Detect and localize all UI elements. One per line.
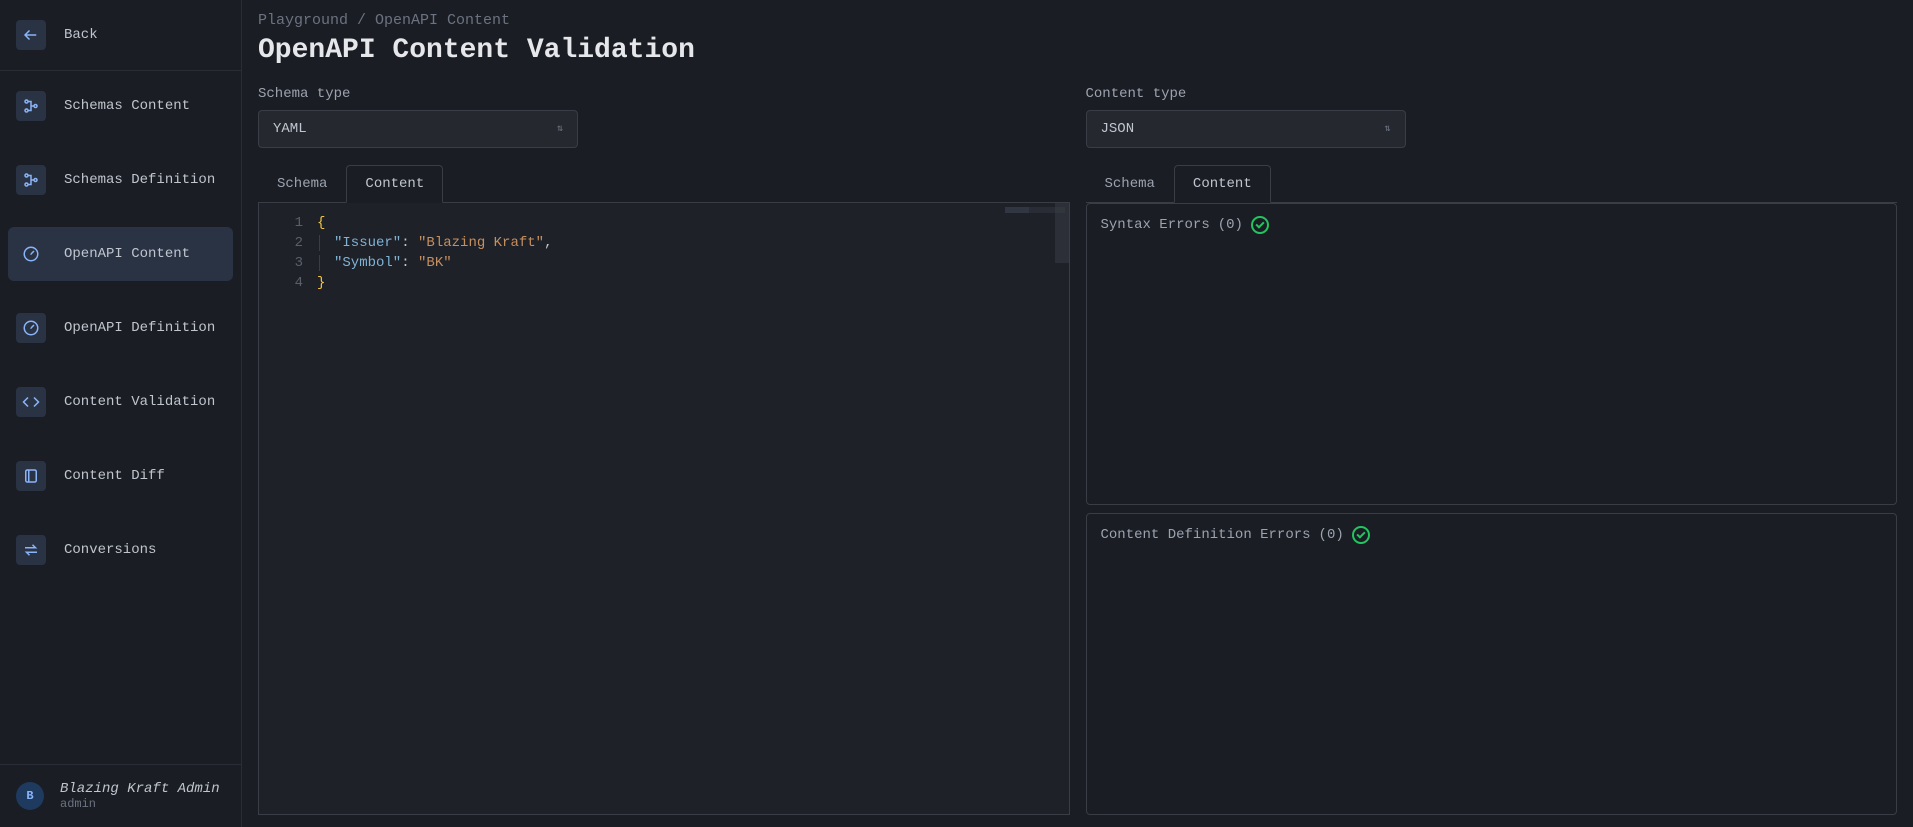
sidebar-item-content-diff[interactable]: Content Diff	[8, 449, 233, 503]
sidebar-item-conversions[interactable]: Conversions	[8, 523, 233, 577]
chevron-updown-icon: ⇅	[557, 123, 563, 135]
schema-type-value: YAML	[273, 121, 307, 137]
sidebar-item-schemas-content[interactable]: Schemas Content	[8, 79, 233, 133]
sidebar-item-label: OpenAPI Content	[64, 246, 190, 262]
gauge-icon	[16, 239, 46, 269]
flow-icon	[16, 165, 46, 195]
arrow-left-icon	[16, 20, 46, 50]
tab-schema[interactable]: Schema	[1086, 165, 1174, 203]
check-circle-icon	[1352, 526, 1370, 544]
content-type-value: JSON	[1101, 121, 1135, 137]
user-role: admin	[60, 797, 220, 811]
sidebar-item-schemas-definition[interactable]: Schemas Definition	[8, 153, 233, 207]
sidebar-item-openapi-definition[interactable]: OpenAPI Definition	[8, 301, 233, 355]
definition-errors-count: (0)	[1319, 527, 1344, 543]
code-editor[interactable]: 1 2 3 4 { "Issuer": "Blazing Kraft", "Sy…	[258, 203, 1070, 815]
tab-schema[interactable]: Schema	[258, 165, 346, 203]
content-row: Schema type YAML ⇅ Schema Content 1 2 3 …	[258, 86, 1897, 815]
line-number: 2	[259, 233, 303, 253]
diff-icon	[16, 461, 46, 491]
sidebar-item-label: Schemas Content	[64, 98, 190, 114]
syntax-errors-panel: Syntax Errors (0)	[1086, 203, 1898, 505]
sidebar: Back Schemas Content Schemas Definition …	[0, 0, 242, 827]
right-tabs: Schema Content	[1086, 164, 1898, 203]
left-tabs: Schema Content	[258, 164, 1070, 203]
schema-type-select[interactable]: YAML ⇅	[258, 110, 578, 148]
line-number: 3	[259, 253, 303, 273]
line-number: 1	[259, 213, 303, 233]
check-circle-icon	[1251, 216, 1269, 234]
tab-content[interactable]: Content	[1174, 165, 1271, 203]
avatar-initial: B	[26, 789, 33, 803]
content-type-select[interactable]: JSON ⇅	[1086, 110, 1406, 148]
sidebar-item-label: Conversions	[64, 542, 156, 558]
definition-errors-label: Content Definition Errors	[1101, 527, 1311, 543]
main: Playground / OpenAPI Content OpenAPI Con…	[242, 0, 1913, 827]
sidebar-item-label: OpenAPI Definition	[64, 320, 215, 336]
page-title: OpenAPI Content Validation	[258, 35, 1897, 66]
syntax-errors-count: (0)	[1218, 217, 1243, 233]
code-line: {	[317, 213, 1061, 233]
content-type-label: Content type	[1086, 86, 1898, 102]
gauge-icon	[16, 313, 46, 343]
breadcrumb[interactable]: Playground / OpenAPI Content	[258, 12, 1897, 29]
sidebar-item-content-validation[interactable]: Content Validation	[8, 375, 233, 429]
avatar: B	[16, 782, 44, 810]
sidebar-item-label: Content Diff	[64, 468, 165, 484]
tab-content[interactable]: Content	[346, 165, 443, 203]
sidebar-item-label: Content Validation	[64, 394, 215, 410]
user-name: Blazing Kraft Admin	[60, 781, 220, 797]
code-line: }	[317, 273, 1061, 293]
definition-errors-header: Content Definition Errors (0)	[1101, 526, 1883, 544]
editor-gutter: 1 2 3 4	[259, 203, 309, 814]
code-icon	[16, 387, 46, 417]
editor-scrollbar[interactable]	[1055, 203, 1069, 263]
left-column: Schema type YAML ⇅ Schema Content 1 2 3 …	[258, 86, 1070, 815]
sidebar-item-openapi-content[interactable]: OpenAPI Content	[8, 227, 233, 281]
errors-stack: Syntax Errors (0) Content Definition Err…	[1086, 203, 1898, 815]
right-column: Content type JSON ⇅ Schema Content Synta…	[1086, 86, 1898, 815]
sidebar-footer[interactable]: B Blazing Kraft Admin admin	[0, 764, 241, 827]
sidebar-nav: Schemas Content Schemas Definition OpenA…	[0, 71, 241, 764]
chevron-updown-icon: ⇅	[1384, 123, 1390, 135]
swap-icon	[16, 535, 46, 565]
flow-icon	[16, 91, 46, 121]
definition-errors-panel: Content Definition Errors (0)	[1086, 513, 1898, 815]
syntax-errors-header: Syntax Errors (0)	[1101, 216, 1883, 234]
code-line: "Symbol": "BK"	[317, 253, 1061, 273]
code-line: "Issuer": "Blazing Kraft",	[317, 233, 1061, 253]
user-info: Blazing Kraft Admin admin	[60, 781, 220, 811]
back-label: Back	[64, 27, 98, 43]
sidebar-item-label: Schemas Definition	[64, 172, 215, 188]
schema-type-label: Schema type	[258, 86, 1070, 102]
editor-code[interactable]: { "Issuer": "Blazing Kraft", "Symbol": "…	[309, 203, 1069, 814]
back-button[interactable]: Back	[0, 0, 241, 70]
syntax-errors-label: Syntax Errors	[1101, 217, 1210, 233]
line-number: 4	[259, 273, 303, 293]
